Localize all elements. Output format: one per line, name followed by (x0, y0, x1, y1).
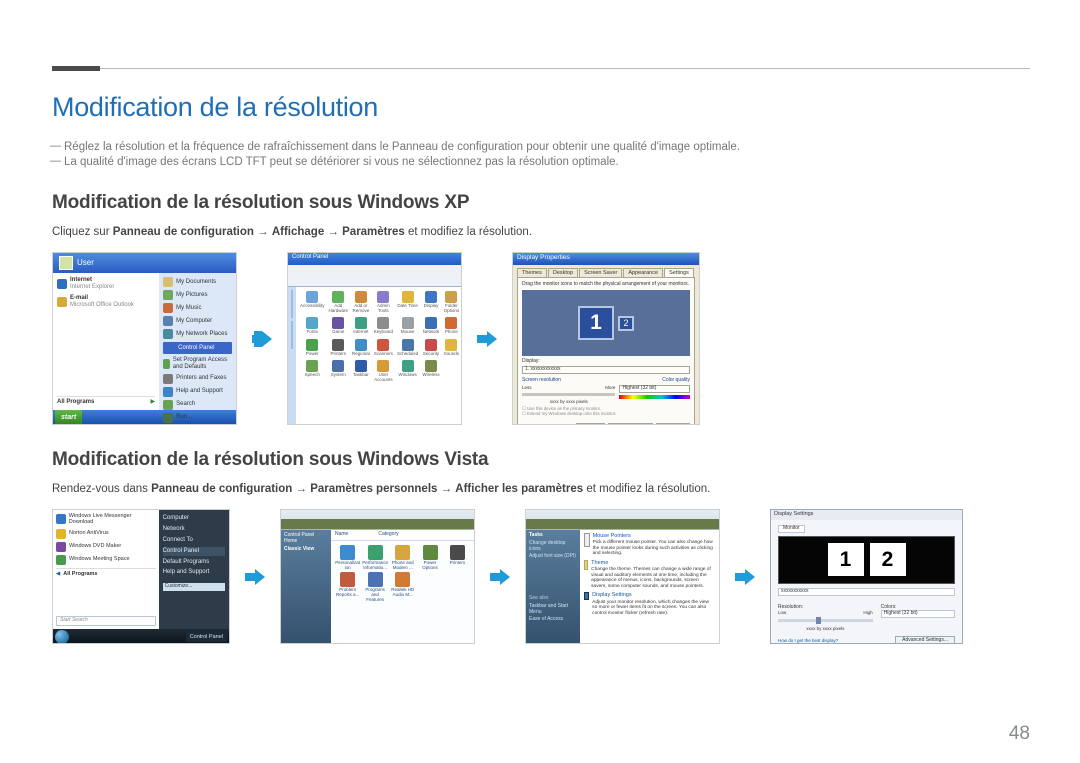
section-title-vista: Modification de la résolution sous Windo… (52, 449, 1030, 471)
note-2: La qualité d'image des écrans LCD TFT pe… (52, 156, 1030, 168)
vista-gallery: Windows Live Messenger DownloadNorton An… (52, 509, 1030, 644)
header-rule-accent (52, 66, 100, 71)
vista-instruction: Rendez-vous dans Panneau de configuratio… (52, 483, 1030, 495)
arrow-icon (487, 564, 513, 590)
vista-screenshot-personalization: Tasks Change desktop icons Adjust font s… (525, 509, 720, 644)
header-rule (52, 68, 1030, 69)
section-title-xp: Modification de la résolution sous Windo… (52, 192, 1030, 214)
arrow-icon (249, 326, 275, 352)
xp-screenshot-display-properties: Display Properties ThemesDesktopScreen S… (512, 252, 700, 425)
xp-screenshot-control-panel: Control Panel AccessibilityAdd HardwareA… (287, 252, 462, 425)
vista-screenshot-display-settings: Display Settings Monitor 12 xxxxxxxxxxx … (770, 509, 963, 644)
arrow-icon (242, 564, 268, 590)
xp-instruction: Cliquez sur Panneau de configuration → A… (52, 226, 1030, 238)
vista-screenshot-control-panel: Control Panel HomeClassic View NameCateg… (280, 509, 475, 644)
page-number: 48 (1009, 723, 1030, 745)
note-1: Réglez la résolution et la fréquence de … (52, 141, 1030, 153)
xp-gallery: User InternetInternet Explorer E-mailMic… (52, 252, 1030, 425)
page-title: Modification de la résolution (52, 92, 1030, 123)
arrow-icon (474, 326, 500, 352)
xp-screenshot-start-menu: User InternetInternet Explorer E-mailMic… (52, 252, 237, 425)
vista-screenshot-start-menu: Windows Live Messenger DownloadNorton An… (52, 509, 230, 644)
arrow-icon (732, 564, 758, 590)
